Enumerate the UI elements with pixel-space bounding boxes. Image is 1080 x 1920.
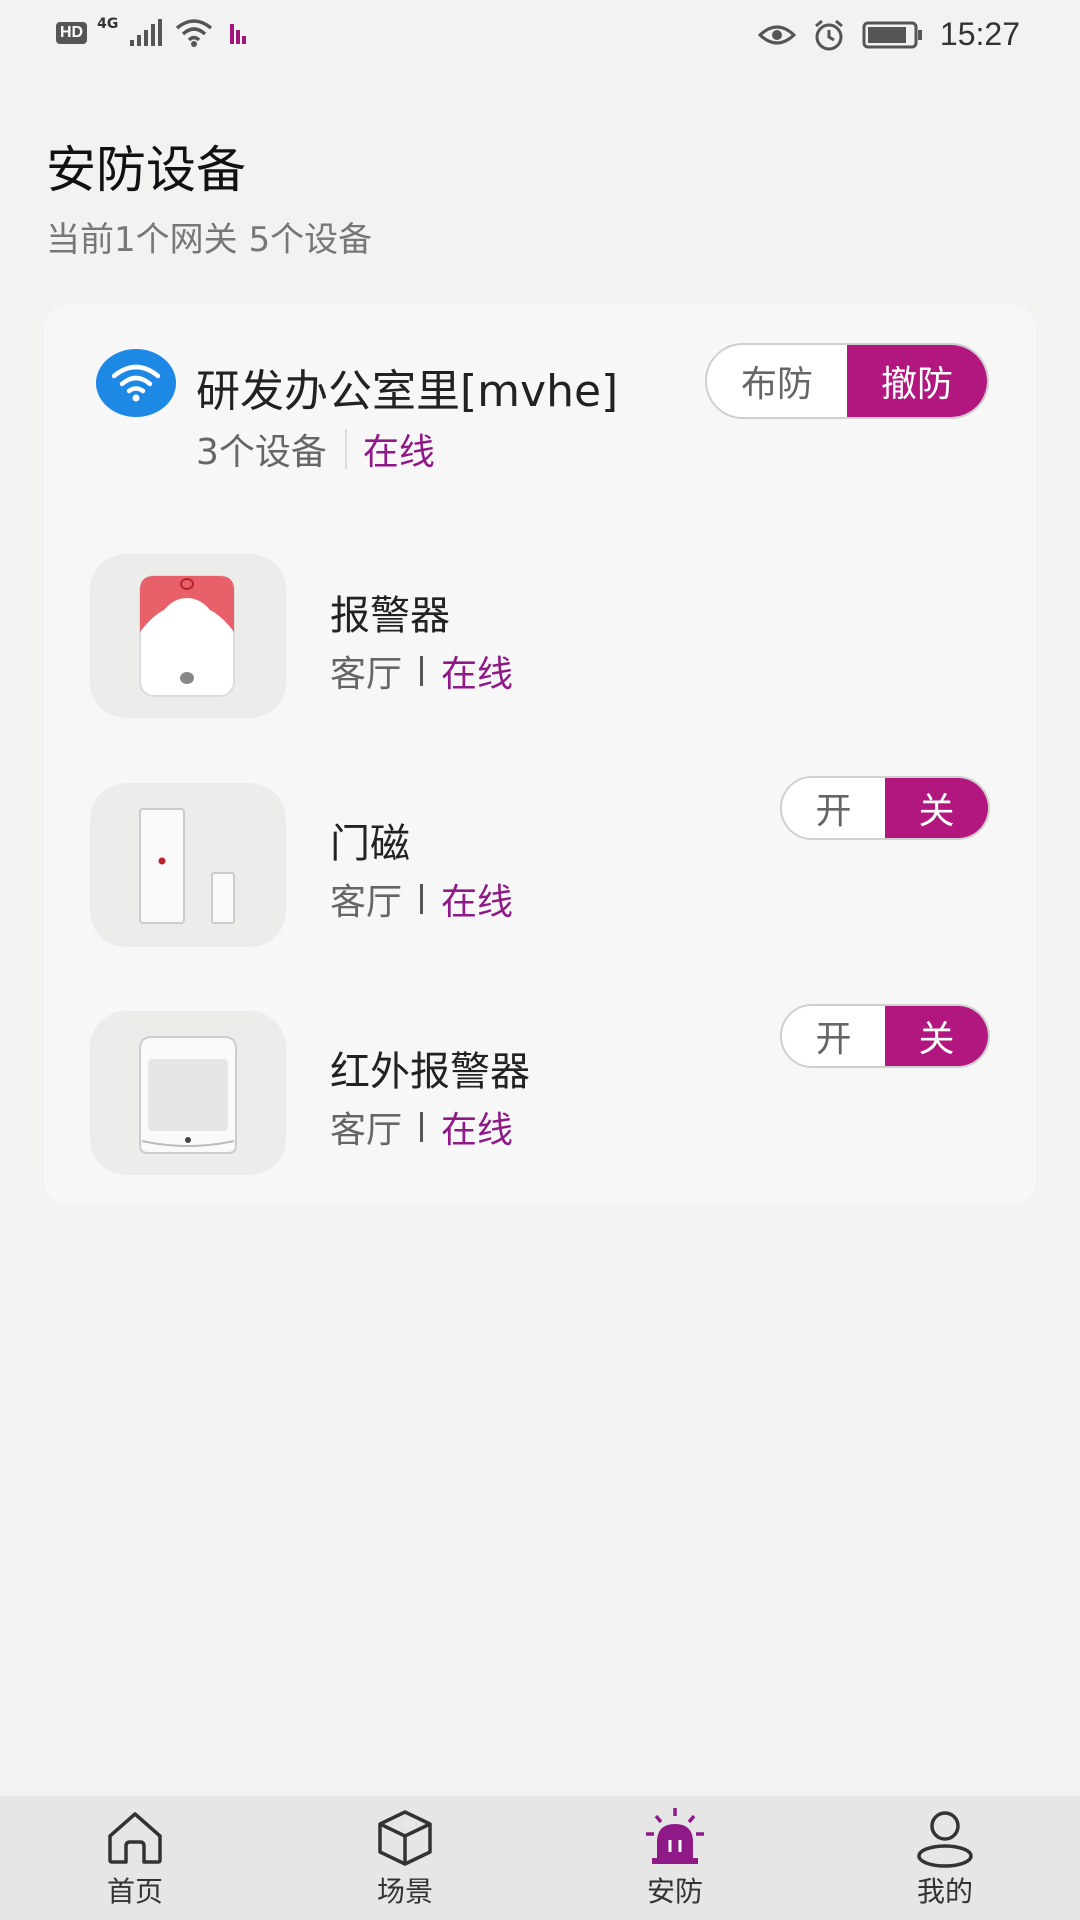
on-button[interactable]: 开 [782, 1006, 885, 1066]
door-sensor-device-image[interactable] [90, 783, 286, 947]
divider [344, 429, 347, 469]
device-meta: 客厅 在线 [330, 645, 513, 697]
divider [420, 656, 424, 686]
nav-home[interactable]: 首页 [0, 1796, 270, 1920]
alarm-light-icon [646, 1808, 704, 1864]
home-icon [108, 1812, 162, 1864]
off-button[interactable]: 关 [885, 1006, 988, 1066]
device-status: 在线 [441, 882, 514, 923]
siren-device-image[interactable] [90, 554, 286, 718]
nav-scene[interactable]: 场景 [270, 1796, 540, 1920]
gateway-card: 研发办公室里[mvhe] 3个设备 在线 布防 撤防 报警器 客厅 在线 门磁 … [44, 305, 1036, 1205]
eye-icon [757, 25, 796, 44]
device-name[interactable]: 报警器 [330, 583, 450, 641]
alarm-clock-icon [814, 19, 843, 50]
status-bar: HD 4G 15:27 [0, 0, 1080, 80]
page-subtitle: 当前1个网关 5个设备 [46, 220, 373, 260]
user-icon [917, 1811, 973, 1868]
device-name[interactable]: 红外报警器 [330, 1039, 530, 1097]
off-button[interactable]: 关 [885, 778, 988, 838]
signal-icon [130, 19, 163, 46]
nav-label: 安防 [646, 1875, 703, 1908]
gateway-meta: 3个设备 在线 [196, 423, 435, 475]
device-room: 客厅 [330, 882, 403, 923]
arm-button[interactable]: 布防 [707, 345, 847, 417]
door-sensor-toggle[interactable]: 开 关 [780, 776, 990, 840]
device-room: 客厅 [330, 654, 403, 695]
device-status: 在线 [441, 1110, 514, 1151]
gateway-device-count: 3个设备 [196, 432, 327, 473]
door-sensor-image [139, 808, 235, 924]
pir-sensor-toggle[interactable]: 开 关 [780, 1004, 990, 1068]
device-name[interactable]: 门磁 [330, 811, 410, 869]
pir-sensor-image [139, 1036, 237, 1154]
divider [420, 1112, 424, 1142]
divider [420, 884, 424, 914]
app-notification-icon [224, 18, 253, 48]
device-status: 在线 [441, 654, 514, 695]
cube-icon [378, 1810, 432, 1866]
nav-mine[interactable]: 我的 [810, 1796, 1080, 1920]
device-meta: 客厅 在线 [330, 873, 513, 925]
arm-toggle[interactable]: 布防 撤防 [705, 343, 989, 419]
pir-sensor-device-image[interactable] [90, 1011, 286, 1175]
status-time: 15:27 [939, 16, 1020, 52]
gateway-status: 在线 [362, 432, 435, 473]
battery-icon [862, 21, 922, 48]
bottom-nav: 首页 场景 安防 我的 [0, 1796, 1080, 1920]
network-type: 4G [97, 16, 119, 32]
nav-security[interactable]: 安防 [540, 1796, 810, 1920]
nav-label: 首页 [106, 1875, 163, 1908]
gateway-wifi-icon [96, 349, 176, 417]
hd-badge: HD [56, 22, 88, 44]
device-meta: 客厅 在线 [330, 1101, 513, 1153]
device-room: 客厅 [330, 1110, 403, 1151]
disarm-button[interactable]: 撤防 [847, 345, 987, 417]
siren-image [139, 575, 235, 697]
wifi-status-icon [176, 19, 213, 47]
nav-label: 场景 [376, 1875, 433, 1908]
gateway-name[interactable]: 研发办公室里[mvhe] [196, 355, 618, 419]
on-button[interactable]: 开 [782, 778, 885, 838]
nav-label: 我的 [916, 1875, 973, 1908]
page-title: 安防设备 [46, 141, 246, 199]
